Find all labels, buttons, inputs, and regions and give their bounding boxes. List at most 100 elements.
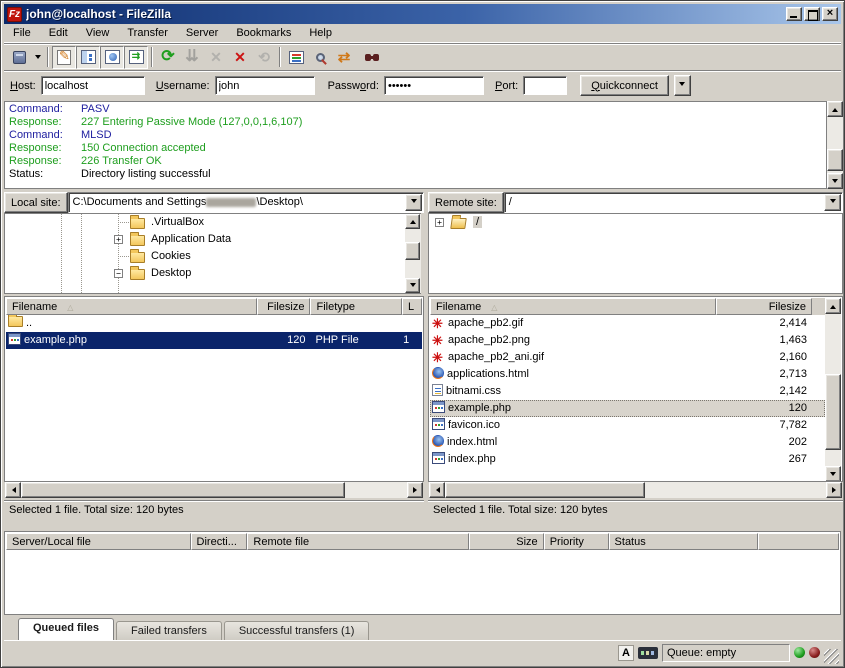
file-row[interactable]: .. — [6, 315, 422, 332]
site-manager-dropdown[interactable] — [31, 46, 44, 69]
remote-hscrollbar[interactable] — [429, 482, 842, 498]
compare-icon[interactable] — [308, 46, 332, 69]
file-row[interactable]: example.php120 — [430, 400, 825, 417]
column-header[interactable]: Size — [469, 533, 544, 550]
tree-item[interactable]: .VirtualBox — [5, 214, 420, 231]
column-header[interactable]: Filesize — [257, 298, 311, 315]
menu-item-help[interactable]: Help — [300, 25, 341, 42]
scroll-thumb[interactable] — [21, 482, 345, 498]
file-row[interactable]: ✳apache_pb2.png1,463 — [430, 332, 825, 349]
file-row[interactable]: applications.html2,713 — [430, 366, 825, 383]
column-header[interactable]: Remote file — [247, 533, 468, 550]
column-header[interactable]: Filesize — [716, 298, 812, 315]
close-button[interactable]: × — [822, 7, 838, 21]
file-row[interactable]: bitnami.css2,142 — [430, 383, 825, 400]
collapse-icon[interactable]: − — [114, 269, 123, 278]
maximize-button[interactable] — [804, 7, 820, 21]
tree-item[interactable]: −Desktop — [5, 265, 420, 282]
file-row[interactable]: ✳apache_pb2.gif2,414 — [430, 315, 825, 332]
scroll-thumb[interactable] — [825, 374, 841, 450]
toggle-remote-tree-icon[interactable] — [100, 46, 124, 69]
local-site-combo[interactable]: C:\Documents and Settings\Desktop\ — [68, 192, 424, 213]
search-icon[interactable] — [356, 46, 380, 69]
scroll-right-icon[interactable] — [407, 482, 423, 498]
toggle-local-tree-icon[interactable] — [76, 46, 100, 69]
scroll-down-icon[interactable] — [405, 278, 420, 293]
cancel-icon[interactable]: ✕ — [204, 46, 228, 69]
scroll-up-icon[interactable] — [827, 101, 843, 117]
local-tree-scrollbar[interactable] — [405, 214, 421, 293]
scroll-left-icon[interactable] — [429, 482, 445, 498]
column-header[interactable] — [758, 533, 839, 550]
message-log-scrollbar[interactable] — [827, 101, 843, 189]
combo-dropdown-icon[interactable] — [824, 194, 841, 211]
scroll-down-icon[interactable] — [827, 173, 843, 189]
synchronized-browsing-icon[interactable]: ⇄ — [332, 46, 356, 69]
datatype-ascii-icon: A — [618, 645, 634, 661]
menu-item-edit[interactable]: Edit — [40, 25, 77, 42]
tab-queued-files[interactable]: Queued files — [18, 618, 114, 640]
scroll-thumb[interactable] — [405, 242, 420, 260]
site-manager-icon[interactable] — [7, 46, 31, 69]
column-header[interactable]: Server/Local file — [6, 533, 191, 550]
file-row[interactable]: favicon.ico7,782 — [430, 417, 825, 434]
toggle-queue-icon[interactable]: ⇉ — [124, 46, 148, 69]
file-row[interactable]: ✳apache_pb2_ani.gif2,160 — [430, 349, 825, 366]
host-input[interactable] — [41, 76, 145, 95]
column-header[interactable]: Filename△ — [430, 298, 716, 315]
scroll-up-icon[interactable] — [825, 298, 841, 314]
expand-icon[interactable]: + — [114, 235, 123, 244]
toggle-message-log-icon[interactable]: ✎ — [52, 46, 76, 69]
menu-item-server[interactable]: Server — [177, 25, 227, 42]
file-row[interactable]: example.php120PHP File1 — [6, 332, 422, 349]
menu-item-bookmarks[interactable]: Bookmarks — [227, 25, 300, 42]
remote-file-list[interactable]: Filename△Filesize ✳apache_pb2.gif2,414✳a… — [428, 296, 843, 482]
password-input[interactable] — [384, 76, 484, 95]
tab-failed-transfers[interactable]: Failed transfers — [116, 621, 222, 640]
remote-list-scrollbar[interactable] — [825, 298, 841, 482]
file-row[interactable]: index.html202 — [430, 434, 825, 451]
tab-successful-transfers-1-[interactable]: Successful transfers (1) — [224, 621, 370, 640]
minimize-button[interactable] — [786, 7, 802, 21]
tree-item[interactable]: +Application Data — [5, 231, 420, 248]
remote-site-combo[interactable]: / — [504, 192, 843, 213]
refresh-icon[interactable]: ⟳ — [156, 46, 180, 69]
scroll-left-icon[interactable] — [5, 482, 21, 498]
tree-item[interactable]: Cookies — [5, 248, 420, 265]
process-queue-icon[interactable]: ⇊ — [180, 46, 204, 69]
menu-item-view[interactable]: View — [77, 25, 119, 42]
port-input[interactable] — [523, 76, 567, 95]
title-bar[interactable]: Fz john@localhost - FileZilla × — [4, 4, 841, 24]
resize-grip[interactable] — [824, 649, 839, 664]
menu-item-file[interactable]: File — [4, 25, 40, 42]
quickconnect-button[interactable]: Quickconnect — [580, 75, 669, 96]
reconnect-icon[interactable]: ⟲ — [252, 46, 276, 69]
scroll-down-icon[interactable] — [825, 466, 841, 482]
expand-icon[interactable]: + — [435, 218, 444, 227]
remote-tree[interactable]: +/ — [428, 213, 843, 294]
column-header[interactable]: Priority — [544, 533, 609, 550]
column-header[interactable]: Status — [609, 533, 759, 550]
disconnect-icon[interactable]: ✕ — [228, 46, 252, 69]
local-tree[interactable]: .VirtualBox+Application DataCookies−Desk… — [4, 213, 421, 294]
scroll-thumb[interactable] — [445, 482, 645, 498]
file-row[interactable]: index.php267 — [430, 451, 825, 468]
quickconnect-dropdown[interactable] — [674, 75, 691, 96]
message-log[interactable]: Command:PASVResponse:227 Entering Passiv… — [4, 101, 827, 189]
column-header[interactable]: Directi... — [191, 533, 248, 550]
menu-item-transfer[interactable]: Transfer — [118, 25, 177, 42]
local-file-list[interactable]: Filename△FilesizeFiletypeL ..example.php… — [4, 296, 424, 482]
scroll-up-icon[interactable] — [405, 214, 420, 229]
local-hscrollbar[interactable] — [5, 482, 423, 498]
transfer-queue[interactable]: Server/Local fileDirecti...Remote fileSi… — [4, 531, 841, 615]
tree-item[interactable]: +/ — [429, 214, 842, 231]
filter-icon[interactable] — [284, 46, 308, 69]
scroll-thumb[interactable] — [827, 149, 843, 171]
column-header[interactable]: Filename△ — [6, 298, 257, 315]
column-header[interactable]: Filetype — [310, 298, 402, 315]
speed-limits-icon — [638, 647, 658, 659]
column-header[interactable]: L — [402, 298, 422, 315]
username-input[interactable] — [215, 76, 315, 95]
combo-dropdown-icon[interactable] — [405, 194, 422, 211]
scroll-right-icon[interactable] — [826, 482, 842, 498]
